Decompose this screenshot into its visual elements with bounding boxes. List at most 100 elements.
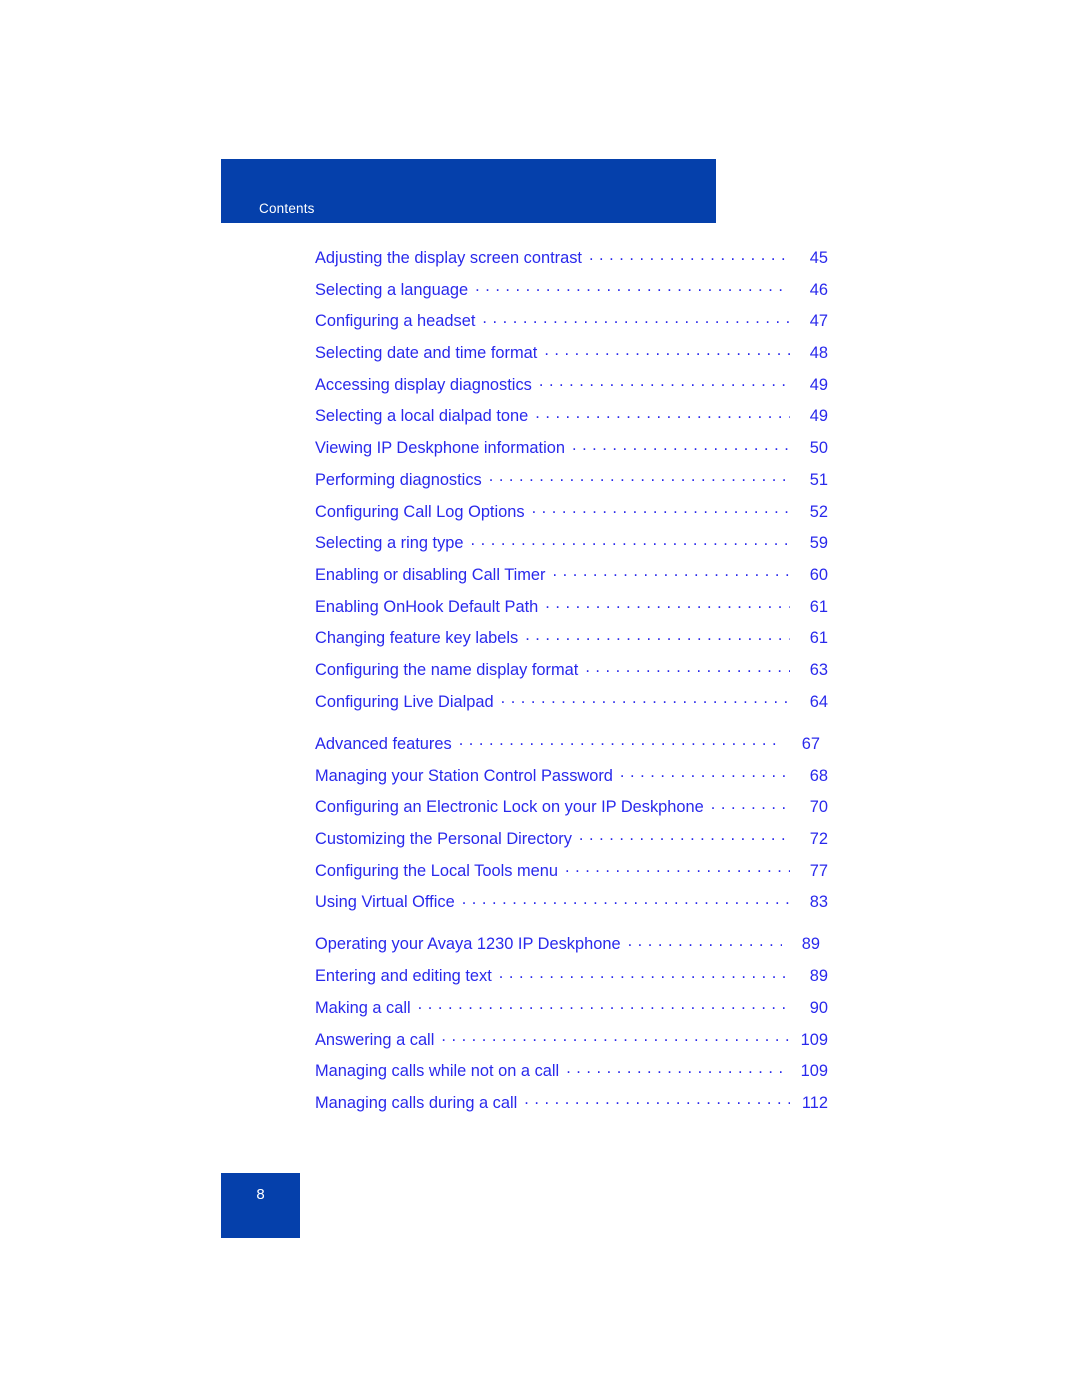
toc-dot-leader: [589, 247, 790, 263]
toc-dot-leader: [535, 405, 790, 421]
toc-entry-row[interactable]: Selecting a language 46: [315, 275, 828, 307]
toc-entry-page-number: 59: [809, 534, 828, 553]
toc-dot-leader: [539, 373, 790, 389]
toc-entry-page-number: 72: [809, 829, 828, 848]
toc-entry-page-number: 45: [809, 249, 828, 267]
toc-dot-leader: [620, 764, 790, 780]
toc-dot-leader: [475, 278, 790, 294]
toc-dot-leader: [418, 996, 790, 1012]
toc-entry-label: Configuring the name display format: [315, 660, 579, 679]
toc-entry-row[interactable]: Using Virtual Office 83: [315, 887, 828, 919]
toc-entry-page-number: 70: [809, 798, 828, 817]
toc-entry-label: Using Virtual Office: [315, 893, 455, 912]
toc-entry-row[interactable]: Changing feature key labels 61: [315, 623, 828, 655]
toc-entry-page-number: 52: [809, 502, 828, 521]
toc-entry-row[interactable]: Making a call 90: [315, 993, 828, 1025]
toc-dot-leader: [532, 500, 790, 516]
toc-entry-row[interactable]: Selecting a local dialpad tone 49: [315, 401, 828, 433]
toc-entry-page-number: 60: [809, 565, 828, 584]
toc-entry-row[interactable]: Accessing display diagnostics 49: [315, 370, 828, 402]
toc-dot-leader: [565, 859, 790, 875]
toc-dot-leader: [459, 732, 782, 748]
toc-entry-page-number: 51: [809, 470, 828, 489]
toc-entry-row[interactable]: Answering a call 109: [315, 1025, 828, 1057]
toc-entry-label: Entering and editing text: [315, 967, 492, 986]
contents-header-band: Contents: [221, 159, 716, 223]
toc-entry-label: Answering a call: [315, 1030, 435, 1049]
toc-dot-leader: [524, 1091, 790, 1107]
toc-entry-page-number: 49: [809, 375, 828, 394]
toc-entry-page-number: 50: [809, 439, 828, 458]
toc-entry-page-number: 68: [809, 766, 828, 785]
toc-dot-leader: [471, 532, 790, 548]
toc-dot-leader: [482, 310, 790, 326]
toc-entry-row[interactable]: Customizing the Personal Directory 72: [315, 824, 828, 856]
toc-entry-page-number: 47: [809, 312, 828, 331]
toc-entry-row[interactable]: Configuring the name display format 63: [315, 655, 828, 687]
toc-entry-page-number: 61: [809, 629, 828, 648]
toc-entry-label: Making a call: [315, 998, 411, 1017]
toc-entry-page-number: 49: [809, 407, 828, 426]
document-page: Contents Adjusting the display screen co…: [0, 0, 1080, 1397]
toc-entry-label: Configuring a headset: [315, 312, 476, 331]
toc-dot-leader: [553, 563, 791, 579]
toc-entry-label: Selecting a ring type: [315, 534, 464, 553]
toc-entry-page-number: 64: [809, 692, 828, 711]
toc-entry-label: Viewing IP Deskphone information: [315, 439, 565, 458]
toc-dot-leader: [441, 1028, 790, 1044]
toc-entry-page-number: 83: [809, 893, 828, 912]
toc-entry-row[interactable]: Managing calls during a call 112: [315, 1088, 828, 1120]
toc-entry-label: Configuring Live Dialpad: [315, 692, 494, 711]
toc-entry-row[interactable]: Configuring an Electronic Lock on your I…: [315, 792, 828, 824]
toc-dot-leader: [628, 933, 782, 949]
toc-entry-label: Changing feature key labels: [315, 629, 519, 648]
toc-entry-label: Managing your Station Control Password: [315, 766, 613, 785]
toc-entry-page-number: 77: [809, 861, 828, 880]
toc-entry-row[interactable]: Selecting a ring type 59: [315, 528, 828, 560]
toc-dot-leader: [501, 690, 790, 706]
toc-dot-leader: [544, 342, 790, 358]
toc-entry-page-number: 67: [801, 734, 820, 753]
toc-entry-row[interactable]: Performing diagnostics 51: [315, 465, 828, 497]
table-of-contents: Adjusting the display screen contrast 45 S…: [315, 243, 828, 1120]
toc-section-row[interactable]: Advanced features 67: [315, 729, 828, 761]
toc-entry-page-number: 109: [800, 1030, 828, 1049]
toc-entry-row[interactable]: Managing calls while not on a call 109: [315, 1056, 828, 1088]
toc-dot-leader: [579, 827, 790, 843]
toc-entry-label: Selecting date and time format: [315, 344, 538, 363]
toc-entry-page-number: 61: [809, 597, 828, 616]
toc-entry-label: Managing calls while not on a call: [315, 1062, 560, 1081]
page-title: Contents: [259, 201, 315, 216]
toc-entry-row[interactable]: Enabling OnHook Default Path 61: [315, 592, 828, 624]
toc-entry-label: Advanced features: [315, 734, 452, 753]
toc-entry-label: Customizing the Personal Directory: [315, 829, 572, 848]
toc-entry-label: Enabling OnHook Default Path: [315, 597, 539, 616]
toc-entry-row[interactable]: Adjusting the display screen contrast 45: [315, 243, 828, 275]
toc-entry-row[interactable]: Configuring Live Dialpad 64: [315, 687, 828, 719]
toc-section-row[interactable]: Operating your Avaya 1230 IP Deskphone 89: [315, 929, 828, 961]
toc-dot-leader: [525, 627, 790, 643]
toc-entry-label: Adjusting the display screen contrast: [315, 249, 582, 267]
toc-dot-leader: [489, 468, 790, 484]
toc-entry-label: Operating your Avaya 1230 IP Deskphone: [315, 935, 621, 954]
toc-entry-page-number: 89: [801, 935, 820, 954]
toc-dot-leader: [585, 659, 790, 675]
toc-entry-row[interactable]: Selecting date and time format 48: [315, 338, 828, 370]
toc-dot-leader: [462, 891, 790, 907]
toc-entry-page-number: 46: [809, 280, 828, 299]
toc-entry-row[interactable]: Enabling or disabling Call Timer 60: [315, 560, 828, 592]
toc-dot-leader: [572, 437, 790, 453]
toc-entry-label: Configuring Call Log Options: [315, 502, 525, 521]
toc-entry-row[interactable]: Viewing IP Deskphone information 50: [315, 433, 828, 465]
toc-entry-row[interactable]: Configuring Call Log Options 52: [315, 497, 828, 529]
toc-entry-row[interactable]: Configuring the Local Tools menu 77: [315, 856, 828, 888]
toc-entry-row[interactable]: Configuring a headset 47: [315, 306, 828, 338]
page-number: 8: [256, 1186, 265, 1203]
toc-entry-label: Configuring the Local Tools menu: [315, 861, 558, 880]
toc-entry-row[interactable]: Entering and editing text 89: [315, 961, 828, 993]
toc-entry-label: Enabling or disabling Call Timer: [315, 565, 546, 584]
toc-entry-row[interactable]: Managing your Station Control Password 68: [315, 761, 828, 793]
toc-dot-leader: [566, 1060, 790, 1076]
toc-dot-leader: [545, 595, 790, 611]
toc-dot-leader: [499, 965, 790, 981]
